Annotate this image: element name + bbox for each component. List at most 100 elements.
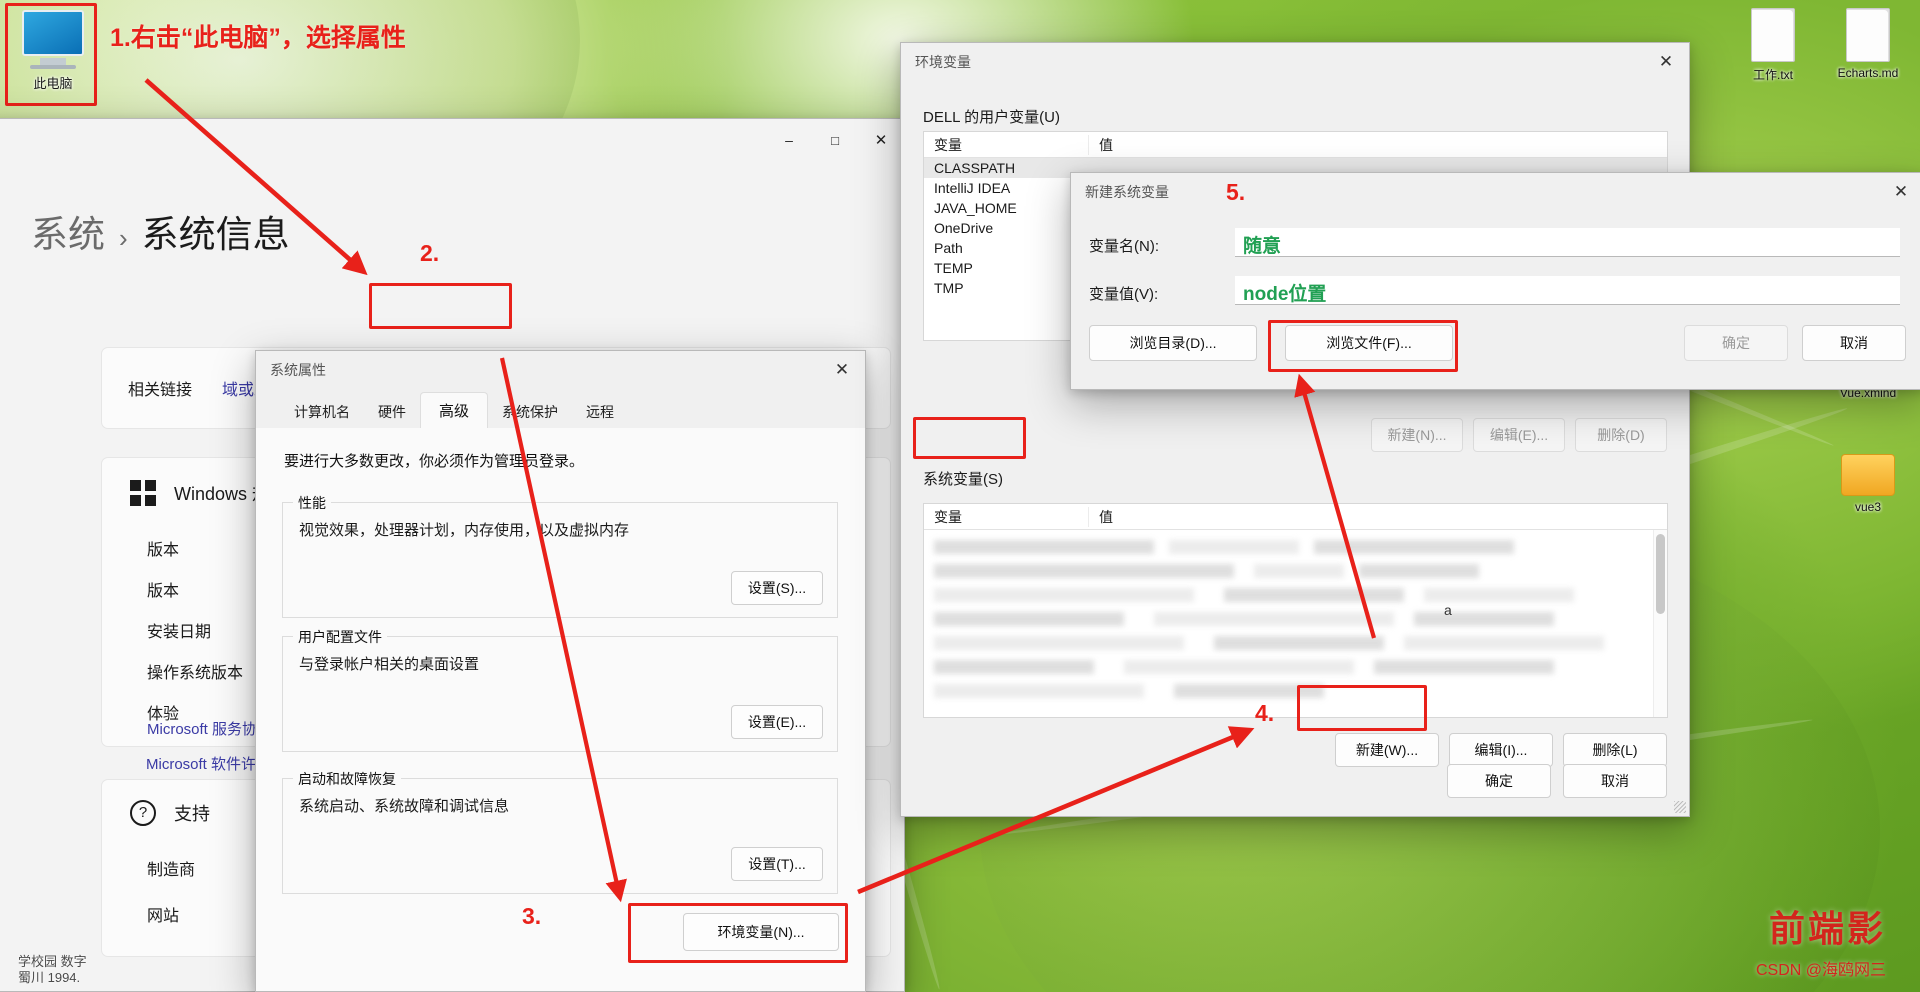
computer-icon bbox=[22, 10, 84, 56]
column-header-name[interactable]: 变量 bbox=[924, 506, 1089, 527]
close-icon[interactable]: ✕ bbox=[1878, 173, 1920, 211]
environment-variables-title: 环境变量 bbox=[915, 54, 971, 70]
tab-panel-advanced: 要进行大多数更改，你必须作为管理员登录。 性能 视觉效果，处理器计划，内存使用，… bbox=[256, 428, 865, 991]
variable-name-input[interactable]: 随意 bbox=[1235, 228, 1900, 257]
column-header-name[interactable]: 变量 bbox=[924, 134, 1089, 155]
breadcrumb-current: 系统信息 bbox=[141, 214, 290, 255]
new-system-variable-title: 新建系统变量 bbox=[1085, 184, 1169, 200]
folder-icon bbox=[1841, 454, 1895, 496]
browse-buttons: 浏览目录(D)... 浏览文件(F)... bbox=[1089, 325, 1453, 361]
desktop-icon-vue3-folder[interactable]: vue3 bbox=[1822, 452, 1914, 514]
column-header-value[interactable]: 值 bbox=[1089, 507, 1667, 527]
tab-advanced[interactable]: 高级 bbox=[420, 392, 489, 429]
taskbar-text: 学校园 数字 蜀川 1994. bbox=[18, 954, 87, 985]
system-properties-titlebar: 系统属性 ✕ bbox=[256, 351, 865, 389]
variable-name: OneDrive bbox=[934, 220, 994, 236]
startup-recovery-description: 系统启动、系统故障和调试信息 bbox=[299, 798, 510, 815]
variable-name: JAVA_HOME bbox=[934, 200, 1017, 216]
close-button[interactable]: ✕ bbox=[858, 119, 904, 161]
system-properties-dialog: 系统属性 ✕ 计算机名 硬件 高级 系统保护 远程 要进行大多数更改，你必须作为… bbox=[255, 350, 866, 992]
cancel-button[interactable]: 取消 bbox=[1802, 325, 1906, 361]
variable-value-label: 变量值(V): bbox=[1089, 286, 1159, 303]
brand-watermark: 前端影 bbox=[1768, 909, 1886, 949]
user-variables-label: DELL 的用户变量(U) bbox=[923, 109, 1060, 126]
desktop-icon-work-txt[interactable]: 工作.txt bbox=[1730, 8, 1816, 83]
support-title: 支持 bbox=[174, 804, 210, 824]
environment-variables-titlebar: 环境变量 ✕ bbox=[901, 43, 1689, 81]
related-links-label: 相关链接 bbox=[128, 382, 193, 399]
variable-value-input[interactable]: node位置 bbox=[1235, 276, 1900, 305]
performance-settings-button[interactable]: 设置(S)... bbox=[731, 571, 823, 605]
browse-file-button[interactable]: 浏览文件(F)... bbox=[1285, 325, 1453, 361]
performance-description: 视觉效果，处理器计划，内存使用，以及虚拟内存 bbox=[299, 522, 630, 539]
breadcrumb: 系统 › 系统信息 bbox=[31, 204, 290, 258]
startup-recovery-legend: 启动和故障恢复 bbox=[293, 769, 401, 789]
performance-group: 性能 视觉效果，处理器计划，内存使用，以及虚拟内存 设置(S)... bbox=[282, 493, 838, 618]
user-profiles-legend: 用户配置文件 bbox=[293, 627, 387, 647]
annotation-step2-number: 2. bbox=[420, 240, 440, 266]
desktop-icon-this-pc[interactable]: 此电脑 bbox=[8, 6, 98, 92]
system-edit-button[interactable]: 编辑(I)... bbox=[1449, 733, 1553, 767]
environment-variables-dialog-buttons: 确定 取消 bbox=[1447, 764, 1667, 798]
startup-recovery-group: 启动和故障恢复 系统启动、系统故障和调试信息 设置(T)... bbox=[282, 769, 838, 894]
variable-name: Path bbox=[934, 240, 963, 256]
breadcrumb-separator-icon: › bbox=[119, 223, 128, 253]
scrollbar-thumb[interactable] bbox=[1656, 534, 1665, 614]
system-properties-tabs: 计算机名 硬件 高级 系统保护 远程 bbox=[280, 392, 841, 429]
user-delete-button[interactable]: 删除(D) bbox=[1575, 418, 1667, 452]
startup-recovery-settings-button[interactable]: 设置(T)... bbox=[731, 847, 823, 881]
variable-name: TMP bbox=[934, 280, 964, 296]
breadcrumb-parent[interactable]: 系统 bbox=[31, 204, 105, 258]
tab-system-protection[interactable]: 系统保护 bbox=[488, 396, 572, 428]
user-profiles-group: 用户配置文件 与登录帐户相关的桌面设置 设置(E)... bbox=[282, 627, 838, 752]
cancel-button[interactable]: 取消 bbox=[1563, 764, 1667, 798]
csdn-watermark: CSDN @海鸥网三 bbox=[1755, 962, 1886, 979]
user-profiles-description: 与登录帐户相关的桌面设置 bbox=[299, 656, 480, 673]
settings-window-controls: – □ ✕ bbox=[766, 119, 904, 161]
ok-button[interactable]: 确定 bbox=[1684, 325, 1788, 361]
text-file-icon bbox=[1751, 8, 1795, 62]
support-row: 网站 bbox=[147, 908, 180, 925]
performance-legend: 性能 bbox=[293, 493, 331, 513]
environment-variables-dialog: 环境变量 ✕ DELL 的用户变量(U) 变量 值 CLASSPATH Inte… bbox=[900, 42, 1690, 817]
spec-row: 版本 bbox=[147, 542, 180, 559]
tab-remote[interactable]: 远程 bbox=[572, 396, 628, 428]
resize-grip[interactable] bbox=[1674, 801, 1686, 813]
ok-button[interactable]: 确定 bbox=[1447, 764, 1551, 798]
user-variables-header: 变量 值 bbox=[924, 132, 1667, 158]
close-icon[interactable]: ✕ bbox=[819, 351, 865, 389]
user-profiles-settings-button[interactable]: 设置(E)... bbox=[731, 705, 823, 739]
user-edit-button[interactable]: 编辑(E)... bbox=[1473, 418, 1565, 452]
system-variables-buttons: 新建(W)... 编辑(I)... 删除(L) bbox=[1335, 733, 1667, 767]
spec-row: 安装日期 bbox=[147, 624, 212, 641]
desktop-icon-label: 工作.txt bbox=[1752, 68, 1793, 82]
desktop-icon-echarts-md[interactable]: Echarts.md bbox=[1822, 8, 1914, 80]
system-variables-list[interactable]: 变量 值 a bbox=[923, 503, 1668, 718]
vertical-scrollbar[interactable] bbox=[1653, 530, 1667, 717]
user-variables-buttons: 新建(N)... 编辑(E)... 删除(D) bbox=[1371, 418, 1667, 452]
ms-software-license-link[interactable]: Microsoft 软件许 bbox=[146, 753, 256, 774]
close-icon[interactable]: ✕ bbox=[1643, 43, 1689, 81]
desktop-icon-label: Echarts.md bbox=[1837, 66, 1899, 80]
ms-services-agreement-link[interactable]: Microsoft 服务协 bbox=[147, 718, 257, 739]
new-system-variable-titlebar: 新建系统变量 ✕ bbox=[1071, 173, 1920, 211]
minimize-button[interactable]: – bbox=[766, 119, 812, 161]
support-rows: 制造商 网站 bbox=[147, 848, 195, 940]
desktop-icon-label: vue3 bbox=[1854, 500, 1882, 514]
markdown-file-icon bbox=[1846, 8, 1890, 62]
maximize-button[interactable]: □ bbox=[812, 119, 858, 161]
user-new-button[interactable]: 新建(N)... bbox=[1371, 418, 1463, 452]
environment-variables-button[interactable]: 环境变量(N)... bbox=[683, 913, 839, 951]
column-header-value[interactable]: 值 bbox=[1089, 135, 1667, 155]
new-system-variable-dialog-buttons: 确定 取消 bbox=[1684, 325, 1906, 361]
tab-hardware[interactable]: 硬件 bbox=[364, 396, 420, 428]
system-new-button[interactable]: 新建(W)... bbox=[1335, 733, 1439, 767]
tab-computer-name[interactable]: 计算机名 bbox=[280, 396, 364, 428]
browse-directory-button[interactable]: 浏览目录(D)... bbox=[1089, 325, 1257, 361]
system-delete-button[interactable]: 删除(L) bbox=[1563, 733, 1667, 767]
variable-name-label: 变量名(N): bbox=[1089, 238, 1159, 255]
annotation-step4-number: 4. bbox=[1255, 700, 1275, 726]
system-variable-note: a bbox=[1444, 602, 1452, 618]
spec-row: 操作系统版本 bbox=[147, 665, 244, 682]
system-properties-title: 系统属性 bbox=[270, 362, 326, 378]
